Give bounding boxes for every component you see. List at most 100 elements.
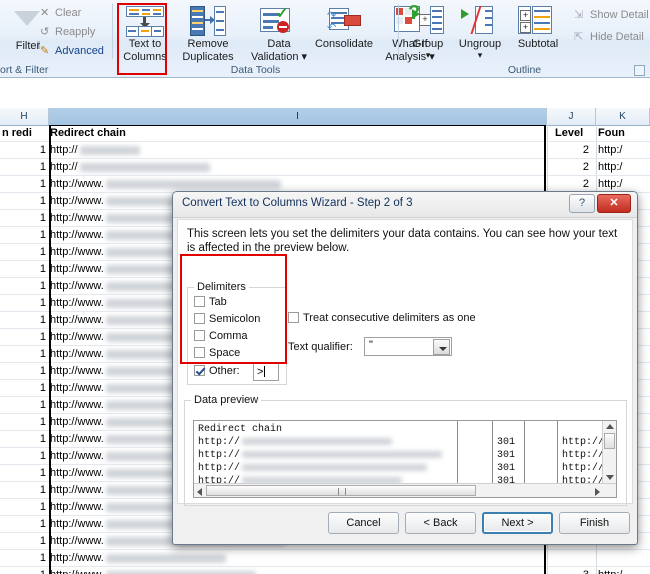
cancel-button[interactable]: Cancel [328, 512, 399, 534]
cell-H[interactable]: 1 [0, 244, 48, 260]
preview-column-sep-4 [557, 421, 558, 483]
cell-H[interactable]: 1 [0, 550, 48, 566]
checkbox-semicolon-box[interactable] [194, 313, 205, 324]
cell-H[interactable]: 1 [0, 363, 48, 379]
cell-H[interactable]: 1 [0, 499, 48, 515]
remove-duplicates-label-2: Duplicates [182, 51, 234, 63]
cell-H[interactable]: 1 [0, 380, 48, 396]
show-detail-icon: ⇲ [574, 9, 584, 21]
cell-H[interactable]: 1 [0, 533, 48, 549]
cell-H[interactable]: 1 [0, 210, 48, 226]
cell-H[interactable]: 1 [0, 312, 48, 328]
scroll-right-icon[interactable] [595, 488, 600, 496]
checkbox-semicolon[interactable]: Semicolon [194, 313, 260, 325]
column-header-J[interactable]: J [547, 108, 596, 125]
column-header-K[interactable]: K [596, 108, 650, 125]
clear-button[interactable]: ✕ Clear [40, 6, 81, 19]
checkbox-comma-label: Comma [209, 330, 248, 342]
checkbox-semicolon-label: Semicolon [209, 313, 261, 325]
cell-H[interactable]: 1 [0, 482, 48, 498]
other-delimiter-input[interactable]: > [253, 363, 279, 381]
cell-H[interactable]: 1 [0, 227, 48, 243]
column-header-H[interactable]: H [0, 108, 49, 125]
cell-I[interactable]: http://www. [50, 567, 545, 574]
scroll-left-icon[interactable] [197, 488, 202, 496]
next-button[interactable]: Next > [482, 512, 553, 534]
cell-H[interactable]: 1 [0, 397, 48, 413]
cell-H[interactable]: 1 [0, 295, 48, 311]
cell-J-header[interactable]: Level [552, 125, 592, 141]
preview-horizontal-scrollbar[interactable] [194, 483, 616, 497]
checkbox-comma-box[interactable] [194, 330, 205, 341]
cell-H-header[interactable]: n redi [0, 125, 48, 141]
cell-H[interactable]: 1 [0, 465, 48, 481]
table-row[interactable]: 1 http:// 2 http:/ [0, 142, 650, 159]
cell-H[interactable]: 1 [0, 448, 48, 464]
help-button[interactable]: ? [569, 194, 595, 213]
preview-hscroll-thumb[interactable] [206, 485, 476, 496]
cell-H[interactable]: 1 [0, 261, 48, 277]
text-qualifier-select[interactable]: " [364, 337, 452, 356]
cell-H[interactable]: 1 [0, 142, 48, 158]
cell-I[interactable]: http:// [50, 159, 545, 175]
scroll-up-icon[interactable] [606, 424, 614, 429]
checkbox-comma[interactable]: Comma [194, 330, 248, 342]
cell-I[interactable]: http:// [50, 142, 545, 158]
scroll-down-icon[interactable] [606, 475, 614, 480]
cell-J[interactable]: 3 [552, 567, 592, 574]
cell-H[interactable]: 1 [0, 176, 48, 192]
table-row[interactable]: 1http://www. 3 http:/ [0, 567, 650, 574]
cell-J[interactable]: 2 [552, 176, 592, 192]
cell-K[interactable] [598, 550, 650, 566]
checkbox-other-box[interactable] [194, 365, 205, 376]
checkbox-tab-box[interactable] [194, 296, 205, 307]
cell-K-header[interactable]: Foun [598, 125, 650, 141]
preview-column-sep-1 [457, 421, 458, 483]
advanced-button[interactable]: ✎ Advanced [40, 44, 104, 57]
checkbox-space[interactable]: Space [194, 347, 240, 359]
cell-H[interactable]: 1 [0, 329, 48, 345]
data-preview-grid[interactable]: Redirect chain http://301 http://c http://… [193, 420, 617, 498]
cell-H[interactable]: 1 [0, 567, 48, 574]
preview-vertical-scrollbar[interactable] [602, 421, 616, 483]
checkbox-treat-consecutive-box[interactable] [288, 312, 299, 323]
cell-I-header[interactable]: Redirect chain [50, 125, 545, 141]
chevron-down-icon[interactable] [433, 339, 450, 355]
cell-J[interactable] [552, 550, 592, 566]
table-row[interactable]: 1 http:// 2 http:/ [0, 159, 650, 176]
checkbox-space-box[interactable] [194, 347, 205, 358]
checkbox-tab[interactable]: Tab [194, 296, 227, 308]
cell-H[interactable]: 1 [0, 516, 48, 532]
close-button[interactable]: ✕ [597, 194, 631, 213]
cell-K[interactable]: http:/ [598, 567, 650, 574]
cell-K[interactable]: http:/ [598, 159, 650, 175]
group-dropdown-arrow[interactable]: ▾ [403, 49, 453, 61]
column-header-I[interactable]: I [49, 108, 547, 125]
dialog-title: Convert Text to Columns Wizard - Step 2 … [182, 197, 413, 209]
cell-H[interactable]: 1 [0, 159, 48, 175]
cell-K[interactable]: http:/ [598, 176, 650, 192]
hide-detail-button[interactable]: ⇱ Hide Detail [574, 30, 644, 43]
cell-H[interactable]: 1 [0, 193, 48, 209]
cell-K[interactable]: http:/ [598, 142, 650, 158]
preview-vscroll-thumb[interactable] [604, 433, 615, 449]
checkbox-other[interactable]: Other: [194, 365, 240, 377]
checkbox-treat-consecutive[interactable]: Treat consecutive delimiters as one [288, 312, 476, 324]
cell-H[interactable]: 1 [0, 414, 48, 430]
cell-J[interactable]: 2 [552, 142, 592, 158]
dialog-title-bar[interactable]: Convert Text to Columns Wizard - Step 2 … [173, 192, 637, 218]
back-button[interactable]: < Back [405, 512, 476, 534]
cell-H[interactable]: 1 [0, 278, 48, 294]
outline-dialog-launcher-icon[interactable] [634, 65, 645, 76]
finish-button[interactable]: Finish [559, 512, 630, 534]
text-qualifier-value: " [369, 339, 373, 351]
cell-I[interactable]: http://www. [50, 176, 545, 192]
cell-J[interactable]: 2 [552, 159, 592, 175]
ungroup-dropdown-arrow[interactable]: ▾ [451, 49, 509, 61]
cell-H[interactable]: 1 [0, 431, 48, 447]
reapply-button[interactable]: ↺ Reapply [40, 25, 95, 38]
show-detail-button[interactable]: ⇲ Show Detail [574, 8, 649, 21]
cell-I[interactable]: http://www. [50, 550, 545, 566]
table-row[interactable]: 1 http://www. [0, 550, 650, 567]
cell-H[interactable]: 1 [0, 346, 48, 362]
